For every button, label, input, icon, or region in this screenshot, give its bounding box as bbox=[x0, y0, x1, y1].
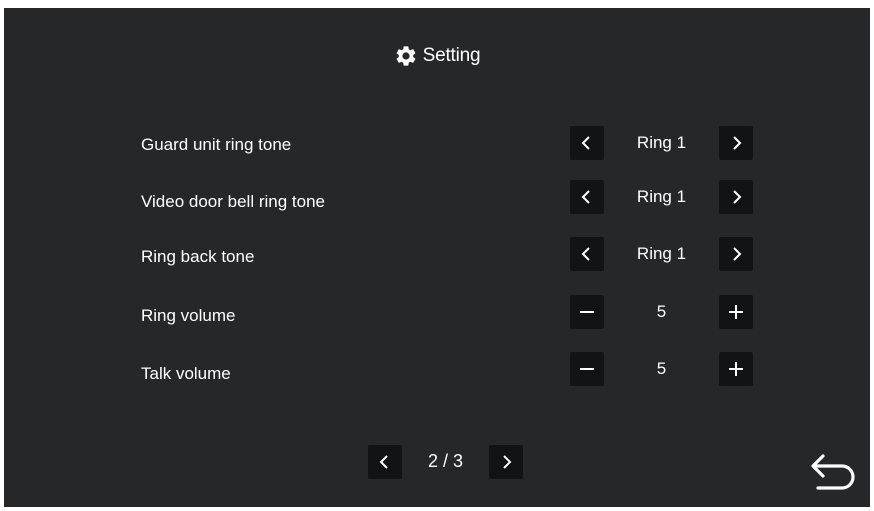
setting-row-ring-back-tone: Ring back tone Ring 1 bbox=[4, 237, 870, 273]
minus-icon bbox=[580, 311, 594, 313]
setting-value: 5 bbox=[656, 359, 667, 378]
minus-icon bbox=[580, 368, 594, 370]
chevron-right-icon bbox=[733, 190, 742, 204]
chevron-right-icon bbox=[733, 136, 742, 150]
back-button[interactable] bbox=[806, 450, 860, 494]
next-ring-button[interactable] bbox=[719, 237, 753, 271]
setting-label: Ring volume bbox=[141, 306, 236, 325]
chevron-right-icon bbox=[503, 455, 512, 469]
chevron-left-icon bbox=[379, 455, 388, 469]
setting-value: 5 bbox=[656, 302, 667, 321]
next-page-button[interactable] bbox=[489, 445, 523, 479]
setting-label: Talk volume bbox=[141, 364, 231, 383]
next-ring-button[interactable] bbox=[719, 180, 753, 214]
plus-icon bbox=[729, 305, 743, 319]
previous-page-button[interactable] bbox=[368, 445, 402, 479]
chevron-right-icon bbox=[733, 247, 742, 261]
previous-ring-button[interactable] bbox=[570, 237, 604, 271]
increase-volume-button[interactable] bbox=[719, 352, 753, 386]
back-arrow-icon bbox=[811, 454, 855, 490]
setting-label: Guard unit ring tone bbox=[141, 135, 292, 154]
next-ring-button[interactable] bbox=[719, 126, 753, 160]
chevron-left-icon bbox=[581, 247, 590, 261]
setting-row-talk-volume: Talk volume 5 bbox=[4, 352, 870, 388]
setting-row-guard-unit-ring-tone: Guard unit ring tone Ring 1 bbox=[4, 126, 870, 162]
chevron-left-icon bbox=[581, 136, 590, 150]
setting-row-video-door-bell-ring-tone: Video door bell ring tone Ring 1 bbox=[4, 180, 870, 216]
chevron-left-icon bbox=[581, 190, 590, 204]
page-title: Setting bbox=[4, 44, 870, 68]
gear-icon bbox=[396, 46, 415, 66]
previous-ring-button[interactable] bbox=[570, 126, 604, 160]
decrease-volume-button[interactable] bbox=[570, 352, 604, 386]
page-indicator: 2 / 3 bbox=[427, 451, 464, 471]
setting-label: Video door bell ring tone bbox=[141, 192, 325, 211]
setting-value: Ring 1 bbox=[636, 244, 687, 263]
setting-value: Ring 1 bbox=[636, 133, 687, 152]
title-text: Setting bbox=[422, 45, 481, 66]
settings-screen: Setting Guard unit ring tone Ring 1 Vide… bbox=[4, 8, 870, 507]
previous-ring-button[interactable] bbox=[570, 180, 604, 214]
plus-icon bbox=[729, 362, 743, 376]
setting-label: Ring back tone bbox=[141, 247, 255, 266]
increase-volume-button[interactable] bbox=[719, 295, 753, 329]
setting-row-ring-volume: Ring volume 5 bbox=[4, 295, 870, 331]
decrease-volume-button[interactable] bbox=[570, 295, 604, 329]
setting-value: Ring 1 bbox=[636, 187, 687, 206]
